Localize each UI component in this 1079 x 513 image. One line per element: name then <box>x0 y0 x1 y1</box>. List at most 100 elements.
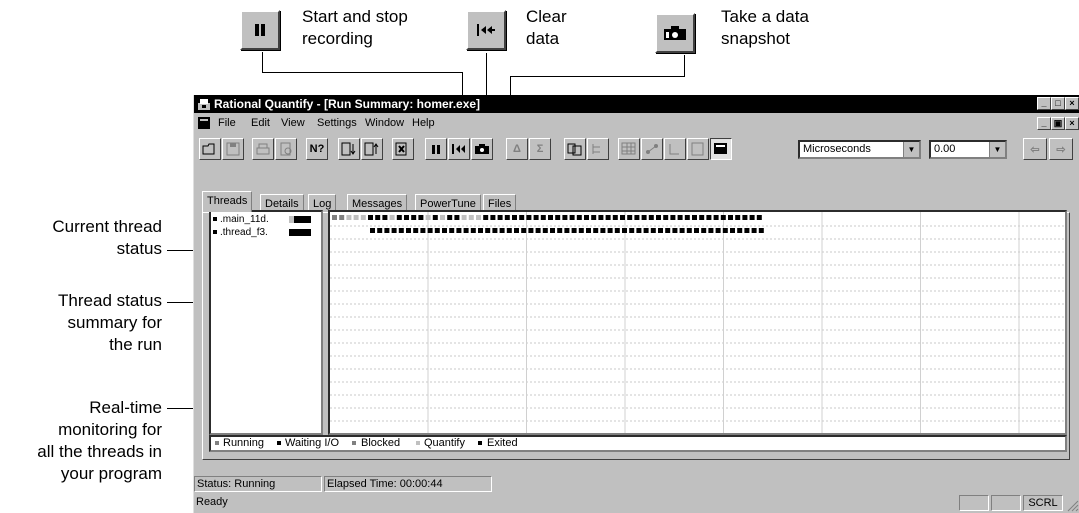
thread-state-mark <box>456 228 462 233</box>
thread-state-mark <box>758 228 764 233</box>
camera-large-icon <box>655 13 695 53</box>
minimize-button[interactable]: _ <box>1037 97 1051 110</box>
app-icon <box>198 99 210 110</box>
thread-state-mark <box>634 215 640 220</box>
legend-waiting-marker <box>277 441 281 445</box>
delta-icon[interactable]: Δ <box>506 138 528 160</box>
thread-state-mark <box>756 215 762 220</box>
thread-state-mark <box>569 215 575 220</box>
sort-up-icon[interactable] <box>361 138 383 160</box>
run-summary-icon[interactable] <box>710 138 732 160</box>
thread-state-mark <box>607 228 613 233</box>
thread-state-mark <box>360 215 366 220</box>
thread-state-mark <box>751 228 757 233</box>
thread-state-mark <box>641 215 647 220</box>
open-icon[interactable] <box>199 138 221 160</box>
doc-restore-button[interactable]: ▣ <box>1051 117 1065 130</box>
menu-edit[interactable]: Edit <box>251 117 270 129</box>
list-item[interactable]: .thread_f3. <box>213 227 321 239</box>
doc-minimize-button[interactable]: _ <box>1037 117 1051 130</box>
clear-icon[interactable] <box>448 138 470 160</box>
thread-state-mark <box>483 215 489 220</box>
thread-state-mark <box>679 228 685 233</box>
copy-icon[interactable] <box>564 138 586 160</box>
menu-settings[interactable]: Settings <box>317 117 357 129</box>
filter-icon[interactable] <box>392 138 414 160</box>
thread-state-mark <box>665 228 671 233</box>
thread-state-mark <box>461 215 467 220</box>
menu-file[interactable]: File <box>218 117 236 129</box>
thread-state-mark <box>656 215 661 220</box>
thread-state-mark <box>389 215 395 220</box>
menu-window[interactable]: Window <box>365 117 404 129</box>
sigma-icon[interactable]: Σ <box>529 138 551 160</box>
forward-icon[interactable]: ⇨ <box>1049 138 1073 160</box>
thread-state-mark <box>370 228 375 233</box>
thread-state-mark <box>442 228 447 233</box>
thread-state-mark <box>506 228 512 233</box>
graph-icon[interactable] <box>641 138 663 160</box>
status-panel-1 <box>959 495 989 511</box>
menu-help[interactable]: Help <box>412 117 435 129</box>
thread-state-mark <box>514 228 519 233</box>
thread-state-mark <box>521 228 527 233</box>
thread-list[interactable]: .main_11d. .thread_f3. <box>209 210 323 435</box>
report-icon[interactable] <box>687 138 709 160</box>
help-icon[interactable]: N? <box>306 138 328 160</box>
tree-icon[interactable] <box>587 138 609 160</box>
chevron-down-icon: ▼ <box>903 142 919 157</box>
thread-state-mark <box>411 215 417 220</box>
thread-state-mark <box>600 228 606 233</box>
thread-state-mark <box>722 228 728 233</box>
list-item[interactable]: .main_11d. <box>213 214 321 226</box>
thread-state-mark <box>368 215 373 220</box>
thread-state-mark <box>701 228 707 233</box>
calls-icon[interactable] <box>664 138 686 160</box>
print-icon[interactable] <box>252 138 274 160</box>
thread-state-mark <box>526 215 532 220</box>
thread-state-mark <box>715 228 721 233</box>
thread-state-mark <box>677 215 683 220</box>
thread-state-mark <box>706 215 712 220</box>
thread-name: .main_11d. <box>220 214 269 225</box>
back-icon[interactable]: ⇦ <box>1023 138 1047 160</box>
units-value: Microseconds <box>803 143 871 155</box>
thread-state-mark <box>548 215 553 220</box>
thread-state-mark <box>742 215 748 220</box>
thread-state-mark <box>730 228 735 233</box>
thread-state-mark <box>339 215 345 220</box>
thread-state-mark <box>332 215 337 220</box>
doc-close-button[interactable]: × <box>1065 117 1079 130</box>
legend-running-marker <box>215 441 219 445</box>
window-title: Rational Quantify - [Run Summary: homer.… <box>214 97 481 111</box>
snapshot-icon[interactable] <box>471 138 493 160</box>
thread-state-mark <box>427 228 433 233</box>
thread-state-mark <box>564 228 570 233</box>
thread-state-mark <box>555 215 561 220</box>
grid-icon[interactable] <box>618 138 640 160</box>
menu-view[interactable]: View <box>281 117 305 129</box>
tab-threads[interactable]: Threads <box>202 191 253 212</box>
thread-state-mark <box>713 215 719 220</box>
thread-state-mark <box>620 215 625 220</box>
status-bar: Status: Running Elapsed Time: 00:00:44 R… <box>194 475 1079 513</box>
units-select[interactable]: Microseconds ▼ <box>798 140 921 159</box>
print-preview-icon[interactable] <box>275 138 297 160</box>
pause-icon[interactable] <box>425 138 447 160</box>
thread-state-mark <box>490 215 496 220</box>
sort-down-icon[interactable] <box>338 138 360 160</box>
thread-status-marker <box>213 217 217 221</box>
close-button[interactable]: × <box>1065 97 1079 110</box>
thread-state-mark <box>542 228 548 233</box>
value-select[interactable]: 0.00 ▼ <box>929 140 1007 159</box>
thread-state-mark <box>591 215 597 220</box>
thread-state-mark <box>434 228 440 233</box>
thread-state-mark <box>396 215 402 220</box>
thread-state-mark <box>497 215 503 220</box>
resize-grip-icon[interactable] <box>1065 498 1079 512</box>
save-icon[interactable] <box>222 138 244 160</box>
maximize-button[interactable]: □ <box>1051 97 1065 110</box>
thread-summary-bar <box>294 216 311 223</box>
thread-state-mark <box>533 215 539 220</box>
thread-state-mark <box>535 228 541 233</box>
